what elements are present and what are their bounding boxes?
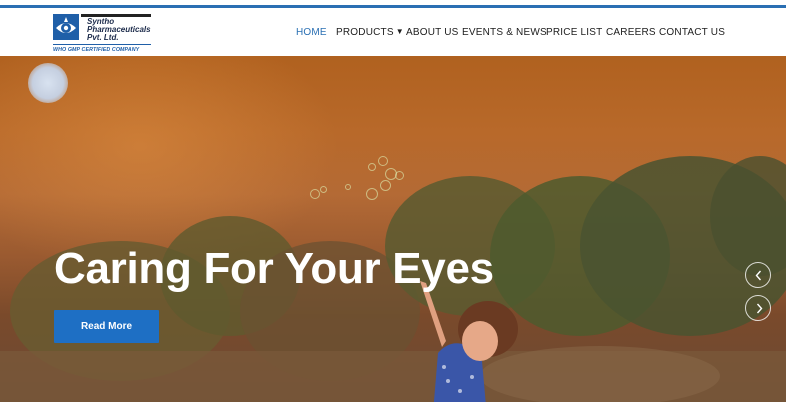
logo-divider [53,44,151,45]
chevron-right-icon [756,303,763,314]
chevron-down-icon: ▼ [395,27,404,36]
slider-prev-button[interactable] [745,262,771,288]
nav-careers[interactable]: CAREERS [606,27,656,38]
company-tagline: WHO GMP CERTIFIED COMPANY [53,47,140,53]
nav-products-label: PRODUCTS [336,27,394,38]
bubble [366,188,378,200]
site-header: Syntho Pharmaceuticals Pvt. Ltd. WHO GMP… [0,8,786,56]
read-more-button[interactable]: Read More [54,310,159,343]
chevron-left-icon [755,270,762,281]
company-name: Syntho Pharmaceuticals Pvt. Ltd. [87,17,151,42]
bubble [320,186,327,193]
bubble [395,171,404,180]
nav-home[interactable]: HOME [296,27,327,38]
nav-price-list[interactable]: PRICE LIST [546,27,602,38]
hero-title: Caring For Your Eyes [54,244,494,293]
company-logo[interactable]: Syntho Pharmaceuticals Pvt. Ltd. WHO GMP… [53,12,153,54]
nav-contact-us[interactable]: CONTACT US [659,27,725,38]
bubble [368,163,376,171]
child-silhouette [420,281,518,402]
bubble [310,189,320,199]
bubble [378,156,388,166]
bubble [345,184,351,190]
nav-products[interactable]: PRODUCTS ▼ [336,27,404,38]
hero-slider: Caring For Your Eyes Read More [0,56,786,402]
bubble [380,180,391,191]
nav-about-us[interactable]: ABOUT US [406,27,459,38]
slider-next-button[interactable] [745,295,771,321]
sun [28,63,68,103]
eye-logo-icon [53,14,79,40]
nav-events-news[interactable]: EVENTS & NEWS [462,27,547,38]
